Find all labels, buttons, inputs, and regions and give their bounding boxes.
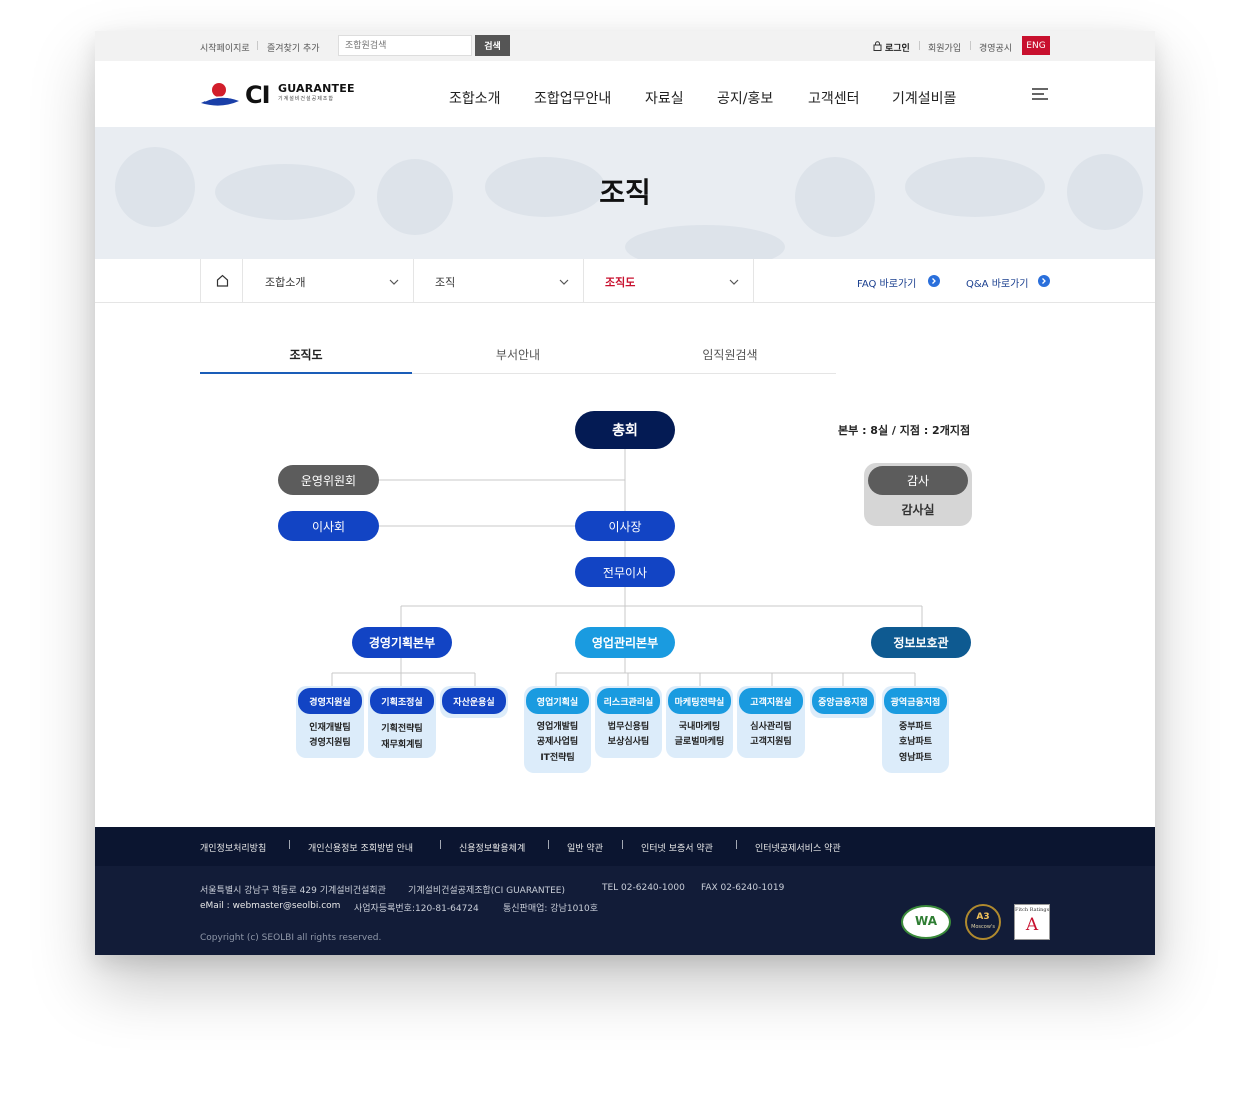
- dept-header: 고객지원실: [739, 688, 803, 714]
- footer-org-name: 기계설비건설공제조합(CI GUARANTEE): [408, 886, 565, 896]
- team-item: 호남파트: [898, 737, 933, 747]
- footer-link-guarantee-terms[interactable]: 인터넷 보증서 약관: [641, 841, 713, 854]
- footer-link-credit-system[interactable]: 신용정보활용체계: [459, 841, 525, 854]
- team-item: 국내마케팅: [678, 722, 721, 732]
- dept-header: 마케팅전략실: [668, 688, 731, 714]
- footer-link-terms[interactable]: 일반 약관: [567, 841, 603, 854]
- footer-link-privacy[interactable]: 개인정보처리방침: [200, 841, 266, 854]
- node-board: 이사회: [278, 511, 379, 541]
- team-item: IT전략팀: [540, 753, 575, 763]
- dept-header: 기획조정실: [370, 688, 434, 714]
- footer-fax: FAX 02-6240-1019: [701, 883, 785, 893]
- node-steering-committee: 운영위원회: [278, 465, 379, 495]
- a3-badge-sub: Moscow's: [971, 924, 995, 930]
- team-item: 글로벌마케팅: [674, 737, 725, 747]
- separator: |: [288, 840, 292, 850]
- team-item: 인재개발팀: [309, 723, 351, 733]
- team-item: 기획전략팀: [381, 724, 423, 734]
- dept-header: 경영지원실: [298, 688, 362, 714]
- node-chairman: 이사장: [575, 511, 675, 541]
- footer-address: 서울특별시 강남구 학동로 429 기계설비건설회관: [200, 886, 386, 896]
- footer-link-service-terms[interactable]: 인터넷공제서비스 약관: [755, 841, 841, 854]
- fitch-badge-text: Fitch Ratings: [1015, 907, 1050, 913]
- org-summary: 본부 : 8실 / 지점 : 2개지점: [838, 424, 971, 437]
- a3-badge-text: A3: [976, 912, 990, 922]
- node-audit: 감사: [868, 466, 968, 495]
- a3-award-icon: A3 Moscow's: [965, 904, 1001, 940]
- dept-header: 영업기획실: [526, 688, 589, 714]
- dept-header: 리스크관리실: [597, 688, 660, 714]
- dept-header: 광역금융지점: [884, 688, 947, 714]
- team-item: 법무신용팀: [607, 722, 650, 732]
- separator: |: [439, 840, 443, 850]
- team-item: 심사관리팀: [750, 722, 792, 732]
- node-hq-sales: 영업관리본부: [575, 627, 675, 658]
- footer-copyright: Copyright (c) SEOLBI all rights reserved…: [200, 933, 382, 943]
- wa-badge-icon: WA: [901, 905, 951, 939]
- dept-header: 자산운용실: [442, 688, 506, 714]
- footer-tel: TEL 02-6240-1000: [602, 883, 685, 893]
- footer-mail-order: 통신판매업: 강남1010호: [503, 904, 599, 914]
- team-item: 영업개발팀: [536, 722, 579, 732]
- dept-header: 중앙금융지점: [812, 688, 874, 714]
- separator: |: [547, 840, 551, 850]
- team-item: 영남파트: [898, 753, 933, 763]
- footer-link-credit-inquiry[interactable]: 개인신용정보 조회방법 안내: [308, 841, 413, 854]
- node-audit-office: 감사실: [901, 503, 935, 517]
- team-item: 보상심사팀: [607, 737, 650, 747]
- separator: |: [735, 840, 739, 850]
- node-general-meeting: 총회: [575, 411, 675, 449]
- fitch-rating-icon: Fitch Ratings A: [1014, 904, 1050, 940]
- footer-email[interactable]: eMail : webmaster@seolbi.com: [200, 901, 340, 911]
- fitch-badge-grade: A: [1025, 915, 1039, 935]
- node-privacy-officer: 정보보호관: [871, 627, 971, 658]
- node-executive-director: 전무이사: [575, 557, 675, 587]
- wa-badge-text: WA: [915, 914, 937, 928]
- separator: |: [621, 840, 625, 850]
- team-item: 고객지원팀: [750, 737, 792, 747]
- team-item: 공제사업팀: [536, 737, 579, 747]
- node-hq-planning: 경영기획본부: [352, 627, 452, 658]
- browser-frame: 시작페이지로 | 즐겨찾기 추가 검색 로그인 | 회원가입 | 경영공시 EN…: [95, 31, 1155, 955]
- team-item: 재무회계팀: [381, 740, 423, 750]
- footer-biz-no: 사업자등록번호:120-81-64724: [354, 904, 479, 914]
- team-item: 중부파트: [898, 722, 933, 732]
- team-item: 경영지원팀: [309, 738, 351, 748]
